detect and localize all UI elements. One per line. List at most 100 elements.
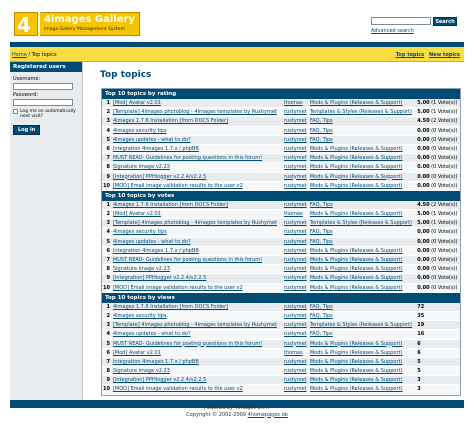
author-link[interactable]: rustymet [284,182,310,190]
category-link[interactable]: FAQ, Tips [310,330,417,338]
category-link[interactable]: Mods & Plugins (Releases & Support) [310,349,417,357]
topic-link[interactable]: Integration 4images 1.7.x / phpBB [111,145,284,153]
category-link[interactable]: FAQ, Tips [310,312,417,320]
search-button[interactable]: Search [433,17,457,26]
topic-link[interactable]: [MOD] Email image validation results to … [111,284,284,292]
author-link[interactable]: rustymet [284,376,310,384]
topic-link[interactable]: MUST READ- Guidelines for posting questi… [111,154,284,162]
login-button[interactable]: Log in [13,125,41,135]
category-link[interactable]: FAQ, Tips [310,238,417,246]
topic-link[interactable]: 4images updates - what to do? [111,136,284,144]
topic-link[interactable]: [Template] 4images photoblog - 4images t… [111,321,284,329]
author-link[interactable]: rustymet [284,136,310,144]
category-link[interactable]: Mods & Plugins (Releases & Support) [310,265,417,273]
topic-link[interactable]: [Integration] PPHlogger v2.2.4/v2.2.5 [111,376,284,384]
category-link[interactable]: Mods & Plugins (Releases & Support) [310,274,417,282]
topic-link[interactable]: MUST READ- Guidelines for posting questi… [111,256,284,264]
author-link[interactable]: rustymet [284,274,310,282]
topic-link[interactable]: Signature image v2.23 [111,265,284,273]
topic-link[interactable]: 4images security tips [111,312,284,320]
category-link[interactable]: Mods & Plugins (Releases & Support) [310,367,417,375]
author-link[interactable]: rustymet [284,321,310,329]
topic-link[interactable]: MUST READ- Guidelines for posting questi… [111,340,284,348]
site-link[interactable]: 4homepages.de [248,412,288,418]
category-link[interactable]: Mods & Plugins (Releases & Support) [310,173,417,181]
author-link[interactable]: rustymet [284,330,310,338]
category-link[interactable]: FAQ, Tips [310,228,417,236]
category-link[interactable]: Mods & Plugins (Releases & Support) [310,376,417,384]
topic-link[interactable]: 4images 1.7.6 Installation [from DOCS Fo… [111,303,284,311]
category-link[interactable]: Mods & Plugins (Releases & Support) [310,99,417,107]
author-link[interactable]: rustymet [284,303,310,311]
author-link[interactable]: rustymet [284,358,310,366]
author-link[interactable]: rustymet [284,284,310,292]
topic-link[interactable]: Integration 4images 1.7.x / phpBB [111,358,284,366]
category-link[interactable]: Mods & Plugins (Releases & Support) [310,210,417,218]
author-link[interactable]: thomas [284,349,310,357]
category-link[interactable]: Templates & Styles (Releases & Support) [310,321,417,329]
author-link[interactable]: rustymet [284,312,310,320]
author-link[interactable]: thomas [284,99,310,107]
breadcrumb-home-link[interactable]: Home [12,52,27,58]
author-link[interactable]: rustymet [284,265,310,273]
password-field[interactable] [13,99,73,106]
category-link[interactable]: Mods & Plugins (Releases & Support) [310,163,417,171]
topic-link[interactable]: [Template] 4images photoblog - 4images t… [111,219,284,227]
author-link[interactable]: rustymet [284,173,310,181]
topic-link[interactable]: 4images updates - what to do? [111,330,284,338]
top-topics-link[interactable]: Top topics [396,52,425,58]
author-link[interactable]: rustymet [284,127,310,135]
topic-link[interactable]: 4images security tips [111,228,284,236]
author-link[interactable]: rustymet [284,247,310,255]
author-link[interactable]: rustymet [284,367,310,375]
author-link[interactable]: rustymet [284,108,310,116]
search-input[interactable] [371,17,431,25]
topic-link[interactable]: [Mod] Avatar v2.01 [111,99,284,107]
topic-link[interactable]: [Mod] Avatar v2.01 [111,349,284,357]
author-link[interactable]: rustymet [284,163,310,171]
category-link[interactable]: Mods & Plugins (Releases & Support) [310,340,417,348]
category-link[interactable]: Mods & Plugins (Releases & Support) [310,358,417,366]
topic-link[interactable]: [Template] 4images photoblog - 4images t… [111,108,284,116]
topic-link[interactable]: 4images updates - what to do? [111,238,284,246]
author-link[interactable]: thomas [284,210,310,218]
topic-link[interactable]: [Mod] Avatar v2.01 [111,210,284,218]
author-link[interactable]: rustymet [284,201,310,209]
category-link[interactable]: Mods & Plugins (Releases & Support) [310,284,417,292]
topic-link[interactable]: 4images 1.7.6 Installation [from DOCS Fo… [111,117,284,125]
author-link[interactable]: rustymet [284,145,310,153]
topic-link[interactable]: [Integration] PPHlogger v2.2.4/v2.2.5 [111,173,284,181]
category-link[interactable]: Templates & Styles (Releases & Support) [310,108,417,116]
advanced-search-link[interactable]: Advanced search [371,28,414,34]
category-link[interactable]: FAQ, Tips [310,136,417,144]
topic-link[interactable]: Integration 4images 1.7.x / phpBB [111,247,284,255]
topic-link[interactable]: 4images security tips [111,127,284,135]
author-link[interactable]: rustymet [284,117,310,125]
category-link[interactable]: Mods & Plugins (Releases & Support) [310,247,417,255]
author-link[interactable]: rustymet [284,340,310,348]
topic-link[interactable]: Signature image v2.23 [111,163,284,171]
author-link[interactable]: rustymet [284,154,310,162]
author-link[interactable]: rustymet [284,228,310,236]
author-link[interactable]: rustymet [284,238,310,246]
topic-link[interactable]: 4images 1.7.6 Installation [from DOCS Fo… [111,201,284,209]
remember-checkbox[interactable] [13,109,18,114]
category-link[interactable]: Mods & Plugins (Releases & Support) [310,256,417,264]
category-link[interactable]: FAQ, Tips [310,303,417,311]
category-link[interactable]: FAQ, Tips [310,117,417,125]
author-link[interactable]: rustymet [284,385,310,393]
new-topics-link[interactable]: New topics [429,52,460,58]
topic-link[interactable]: [Integration] PPHlogger v2.2.4/v2.2.5 [111,274,284,282]
topic-link[interactable]: [MOD] Email image validation results to … [111,385,284,393]
category-link[interactable]: FAQ, Tips [310,127,417,135]
category-link[interactable]: Templates & Styles (Releases & Support) [310,219,417,227]
topic-link[interactable]: [MOD] Email image validation results to … [111,182,284,190]
site-logo[interactable]: 4 4images Gallery Image Gallery Manageme… [14,11,140,37]
category-link[interactable]: Mods & Plugins (Releases & Support) [310,385,417,393]
category-link[interactable]: Mods & Plugins (Releases & Support) [310,145,417,153]
category-link[interactable]: FAQ, Tips [310,201,417,209]
topic-link[interactable]: Signature image v2.23 [111,367,284,375]
author-link[interactable]: rustymet [284,219,310,227]
category-link[interactable]: Mods & Plugins (Releases & Support) [310,182,417,190]
username-field[interactable] [13,83,73,90]
